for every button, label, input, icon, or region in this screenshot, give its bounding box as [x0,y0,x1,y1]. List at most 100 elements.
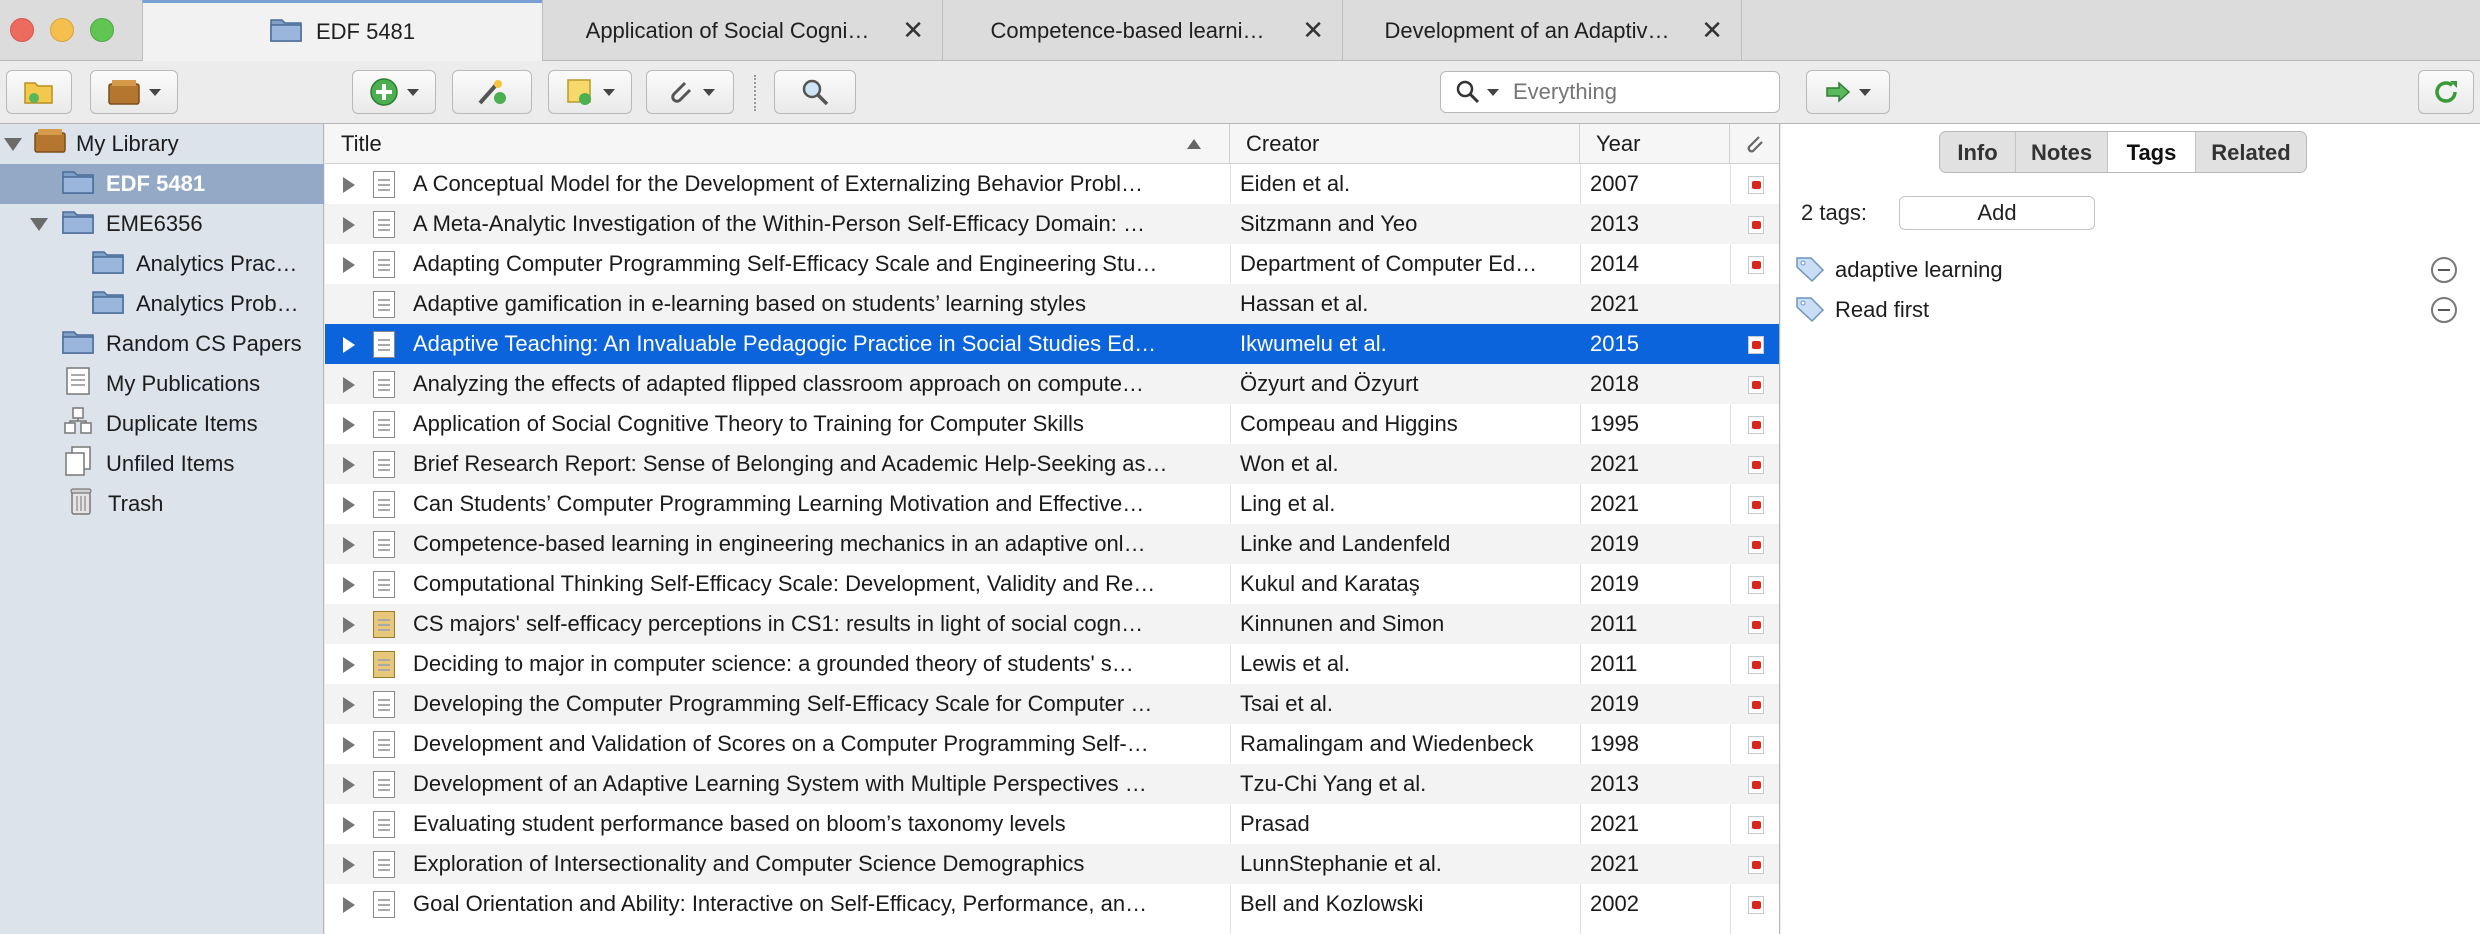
table-row[interactable]: Evaluating student performance based on … [325,804,1779,844]
tab-related[interactable]: Related [2196,132,2306,172]
new-note-button[interactable] [548,70,632,114]
disclosure-triangle-icon[interactable] [343,377,355,393]
table-row[interactable]: Developing the Computer Programming Self… [325,684,1779,724]
pdf-icon[interactable] [1748,376,1764,394]
sidebar-item-analytics-prob[interactable]: Analytics Prob… [0,284,324,324]
new-collection-button[interactable] [6,70,72,114]
disclosure-triangle-icon[interactable] [343,777,355,793]
sync-button[interactable] [2418,70,2474,114]
locate-button[interactable] [1806,70,1890,114]
column-header-attachments[interactable] [1730,124,1779,164]
chevron-down-icon[interactable] [1487,88,1499,96]
search-input[interactable] [1513,79,1753,105]
add-attachment-button[interactable] [646,70,734,114]
sidebar-item-my-library[interactable]: My Library [0,124,324,164]
disclosure-open-icon[interactable] [4,137,22,151]
disclosure-triangle-icon[interactable] [343,657,355,673]
disclosure-triangle-icon[interactable] [343,457,355,473]
tab-info[interactable]: Info [1940,132,2016,172]
pdf-icon[interactable] [1748,776,1764,794]
column-header-creator[interactable]: Creator [1230,124,1580,164]
tab-item[interactable]: Development of an Adaptiv… ✕ [1342,0,1742,61]
disclosure-triangle-icon[interactable] [343,337,355,353]
disclosure-triangle-icon[interactable] [343,857,355,873]
close-icon[interactable]: ✕ [1701,17,1723,43]
search-field[interactable] [1440,71,1780,113]
table-row[interactable]: Application of Social Cognitive Theory t… [325,404,1779,444]
pdf-icon[interactable] [1748,576,1764,594]
table-row[interactable]: Exploration of Intersectionality and Com… [325,844,1779,884]
sidebar-item-analytics-prac[interactable]: Analytics Prac… [0,244,324,284]
table-row[interactable]: Development and Validation of Scores on … [325,724,1779,764]
disclosure-triangle-icon[interactable] [343,577,355,593]
new-item-button[interactable] [352,70,436,114]
pdf-icon[interactable] [1748,216,1764,234]
remove-tag-icon[interactable] [2431,257,2457,283]
table-row[interactable]: Competence-based learning in engineering… [325,524,1779,564]
disclosure-triangle-icon[interactable] [343,257,355,273]
zoom-window-button[interactable] [90,18,114,42]
table-row[interactable]: A Conceptual Model for the Development o… [325,164,1779,204]
disclosure-triangle-icon[interactable] [343,497,355,513]
pdf-icon[interactable] [1748,416,1764,434]
disclosure-triangle-icon[interactable] [343,737,355,753]
pdf-icon[interactable] [1748,896,1764,914]
sidebar-item-my-publications[interactable]: My Publications [0,364,324,404]
pdf-icon[interactable] [1748,656,1764,674]
tab-tags[interactable]: Tags [2108,132,2196,172]
sidebar-item-edf5481[interactable]: EDF 5481 [0,164,324,204]
table-row[interactable]: A Meta-Analytic Investigation of the Wit… [325,204,1779,244]
sidebar-item-duplicate-items[interactable]: Duplicate Items [0,404,324,444]
minimize-window-button[interactable] [50,18,74,42]
close-icon[interactable]: ✕ [1302,17,1324,43]
pdf-icon[interactable] [1748,456,1764,474]
pdf-icon[interactable] [1748,736,1764,754]
remove-tag-icon[interactable] [2431,297,2457,323]
disclosure-triangle-icon[interactable] [343,217,355,233]
disclosure-triangle-icon[interactable] [343,897,355,913]
sidebar-item-unfiled-items[interactable]: Unfiled Items [0,444,324,484]
pdf-icon[interactable] [1748,856,1764,874]
pdf-icon[interactable] [1748,616,1764,634]
disclosure-triangle-icon[interactable] [343,417,355,433]
table-row[interactable]: Adaptive Teaching: An Invaluable Pedagog… [325,324,1779,364]
close-window-button[interactable] [10,18,34,42]
advanced-search-button[interactable] [774,70,856,114]
tag-item[interactable]: Read first [1793,292,2473,328]
table-row[interactable]: CS majors' self-efficacy perceptions in … [325,604,1779,644]
tag-item[interactable]: adaptive learning [1793,252,2473,288]
sidebar-item-trash[interactable]: Trash [0,484,324,524]
disclosure-triangle-icon[interactable] [343,537,355,553]
table-row[interactable]: Analyzing the effects of adapted flipped… [325,364,1779,404]
table-row[interactable]: Computational Thinking Self-Efficacy Sca… [325,564,1779,604]
table-row[interactable]: Adapting Computer Programming Self-Effic… [325,244,1779,284]
pdf-icon[interactable] [1748,816,1764,834]
disclosure-triangle-icon[interactable] [343,617,355,633]
tab-item[interactable]: Application of Social Cogni… ✕ [542,0,942,61]
sidebar-item-random-cs-papers[interactable]: Random CS Papers [0,324,324,364]
sidebar-item-eme6356[interactable]: EME6356 [0,204,324,244]
pdf-icon[interactable] [1748,336,1764,354]
tab-notes[interactable]: Notes [2016,132,2108,172]
pdf-icon[interactable] [1748,696,1764,714]
add-tag-button[interactable]: Add [1899,196,2095,230]
column-header-year[interactable]: Year [1580,124,1730,164]
tab-library[interactable]: EDF 5481 [142,0,542,61]
new-library-button[interactable] [90,70,178,114]
table-row[interactable]: Goal Orientation and Ability: Interactiv… [325,884,1779,924]
pdf-icon[interactable] [1748,176,1764,194]
table-row[interactable]: Adaptive gamification in e-learning base… [325,284,1779,324]
tab-item[interactable]: Competence-based learni… ✕ [942,0,1342,61]
pdf-icon[interactable] [1748,256,1764,274]
table-row[interactable]: Brief Research Report: Sense of Belongin… [325,444,1779,484]
close-icon[interactable]: ✕ [902,17,924,43]
disclosure-triangle-icon[interactable] [343,817,355,833]
disclosure-open-icon[interactable] [30,217,48,231]
disclosure-triangle-icon[interactable] [343,697,355,713]
disclosure-triangle-icon[interactable] [343,177,355,193]
pdf-icon[interactable] [1748,536,1764,554]
column-header-title[interactable]: Title [325,124,1230,164]
table-row[interactable]: Development of an Adaptive Learning Syst… [325,764,1779,804]
table-row[interactable]: Deciding to major in computer science: a… [325,644,1779,684]
pdf-icon[interactable] [1748,496,1764,514]
